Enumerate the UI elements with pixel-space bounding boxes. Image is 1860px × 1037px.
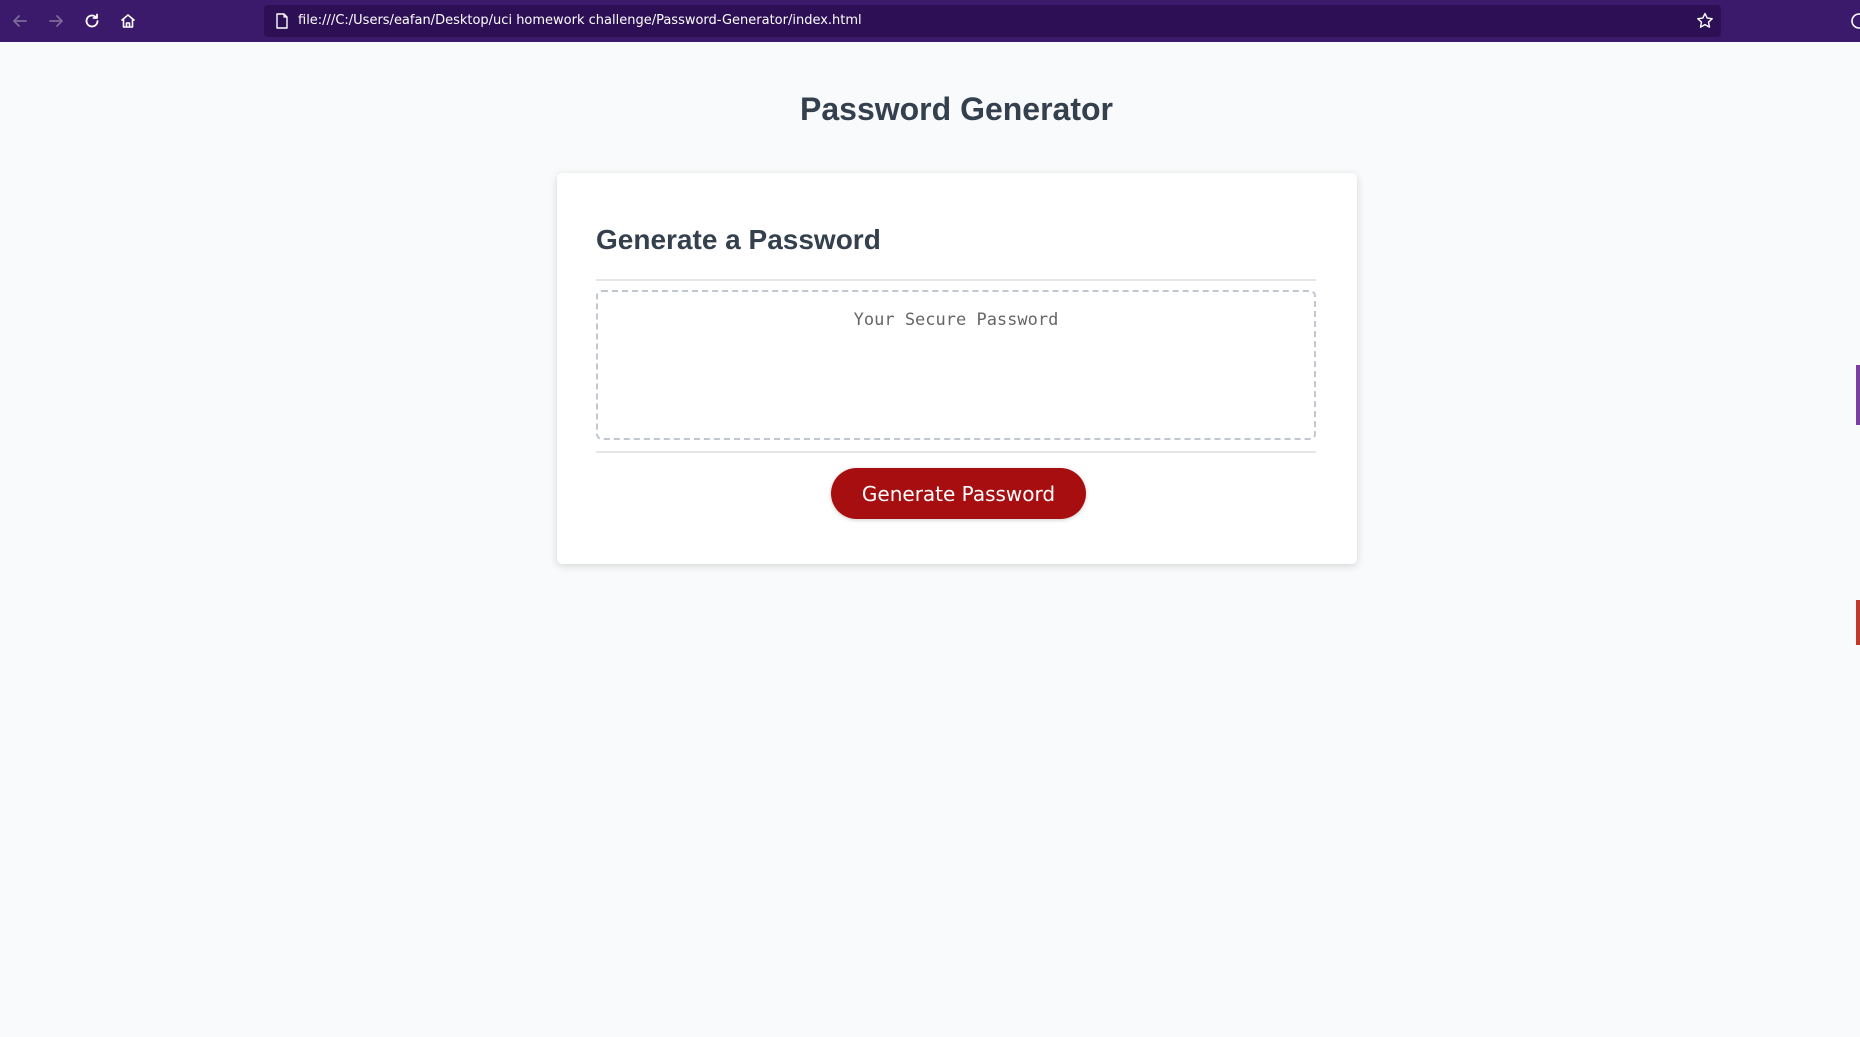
password-output[interactable] — [596, 290, 1316, 440]
document-icon — [276, 13, 288, 29]
home-icon — [120, 14, 136, 28]
forward-icon — [49, 15, 63, 27]
side-tab-indicator-alt — [1856, 600, 1860, 645]
scrollbar-track — [1855, 42, 1860, 1037]
back-button[interactable] — [8, 9, 32, 33]
card-title: Generate a Password — [596, 224, 881, 255]
extension-icon[interactable] — [1848, 10, 1860, 32]
forward-button[interactable] — [44, 9, 68, 33]
divider — [596, 279, 1316, 281]
url-text[interactable]: file:///C:/Users/eafan/Desktop/uci homew… — [298, 13, 862, 28]
side-tab-indicator — [1856, 365, 1860, 425]
reload-icon — [85, 13, 99, 28]
url-bar[interactable]: file:///C:/Users/eafan/Desktop/uci homew… — [264, 5, 1721, 37]
divider — [596, 451, 1316, 453]
password-card: Generate a Password Generate Password — [557, 173, 1357, 564]
generate-password-button[interactable]: Generate Password — [831, 468, 1086, 519]
page-title: Password Generator — [800, 91, 1113, 127]
star-icon[interactable] — [1695, 11, 1715, 31]
browser-toolbar: file:///C:/Users/eafan/Desktop/uci homew… — [0, 0, 1860, 42]
reload-button[interactable] — [80, 9, 104, 33]
home-button[interactable] — [116, 9, 140, 33]
back-icon — [13, 15, 27, 27]
